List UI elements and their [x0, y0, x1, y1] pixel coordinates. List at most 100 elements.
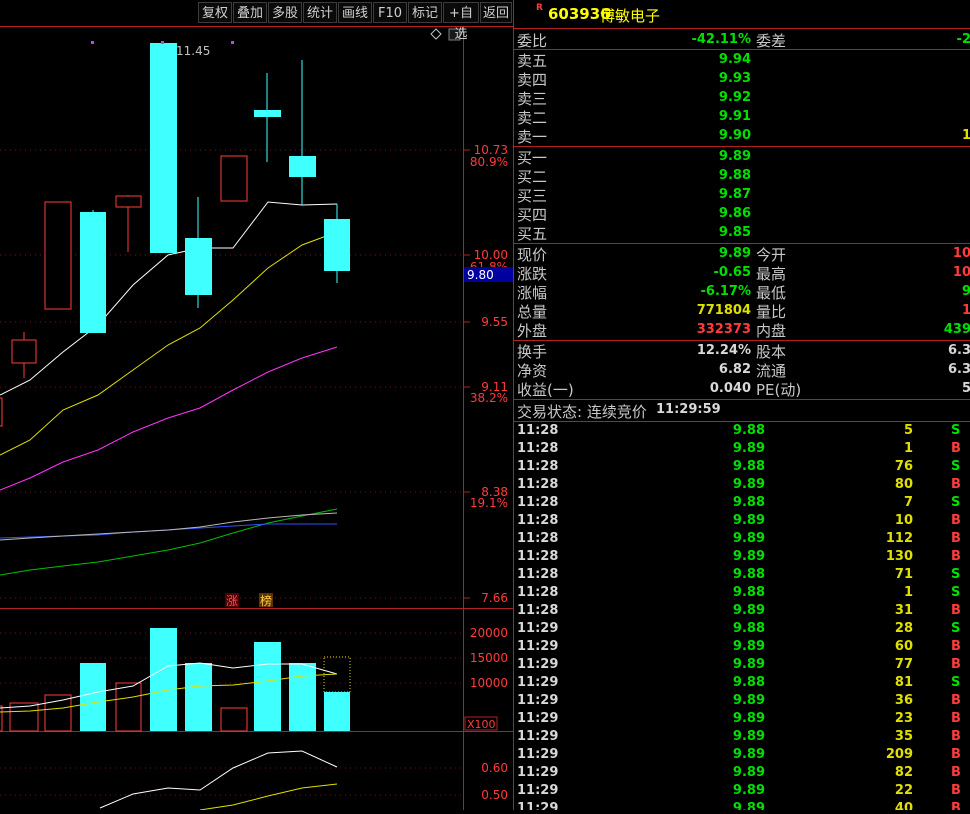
- overlay-button[interactable]: 叠加: [233, 2, 267, 23]
- stat-label: 收益(一): [517, 381, 574, 399]
- buy-level-row[interactable]: 买三 9.87: [514, 185, 970, 205]
- tick-direction: B: [951, 603, 961, 618]
- stat-label: 流通: [756, 362, 787, 380]
- tick-time: 11:29: [517, 711, 559, 726]
- tick-time: 11:28: [517, 531, 559, 546]
- tick-volume: 60: [894, 639, 913, 654]
- tick-direction: B: [951, 711, 961, 726]
- trade-tick-row[interactable]: 11:29 9.89 82 B: [514, 764, 970, 782]
- indicator-line-yellow: [199, 783, 338, 811]
- trade-tick-list[interactable]: 11:28 9.88 5 S 11:28 9.89 1 B 11:28 9.88 76 S 11:28 9…: [514, 422, 970, 810]
- stat-label: 今开: [756, 246, 787, 264]
- trade-tick-row[interactable]: 11:28 9.88 1 S: [514, 584, 970, 602]
- tick-volume: 71: [894, 567, 913, 582]
- stat-label: 净资: [517, 362, 548, 380]
- tick-direction: B: [951, 747, 961, 762]
- draw-line-button[interactable]: 画线: [338, 2, 372, 23]
- trade-tick-row[interactable]: 11:29 9.89 40 B: [514, 800, 970, 810]
- buy-level-label: 买二: [517, 168, 548, 186]
- tick-direction: B: [951, 657, 961, 672]
- stat-value: 6.3: [947, 343, 970, 358]
- mark-button[interactable]: 标记: [408, 2, 442, 23]
- tick-time: 11:29: [517, 693, 559, 708]
- rank-marker[interactable]: 榜: [260, 593, 272, 608]
- weicha-value: -2: [956, 32, 970, 47]
- trade-tick-row[interactable]: 11:28 9.89 130 B: [514, 548, 970, 566]
- kline-chart-area[interactable]: 11.45 10.73 80.9% 10.00 61.8% 9.55 9.11 …: [0, 0, 513, 811]
- tick-price: 9.89: [732, 639, 765, 654]
- trade-tick-row[interactable]: 11:29 9.89 36 B: [514, 692, 970, 710]
- candle-up: [220, 155, 248, 202]
- buy-level-row[interactable]: 买二 9.88: [514, 166, 970, 186]
- stats-row: 外盘 332373 内盘 439: [514, 320, 970, 340]
- candle-down: [185, 238, 212, 295]
- trade-tick-row[interactable]: 11:29 9.88 28 S: [514, 620, 970, 638]
- indicator-axis-label: 0.50: [481, 788, 508, 802]
- weibi-label: 委比: [517, 32, 548, 50]
- tick-price: 9.88: [732, 675, 765, 690]
- tick-direction: S: [951, 495, 961, 510]
- stat-label: 量比: [756, 303, 787, 321]
- buy-level-row[interactable]: 买四 9.86: [514, 204, 970, 224]
- tick-price: 9.89: [732, 765, 765, 780]
- candle-down: [80, 212, 106, 333]
- sell-level-row[interactable]: 卖四 9.93: [514, 69, 970, 89]
- trade-tick-row[interactable]: 11:28 9.89 112 B: [514, 530, 970, 548]
- trade-tick-row[interactable]: 11:28 9.88 5 S: [514, 422, 970, 440]
- trade-tick-row[interactable]: 11:29 9.89 35 B: [514, 728, 970, 746]
- tick-direction: S: [951, 459, 961, 474]
- trade-tick-row[interactable]: 11:28 9.89 10 B: [514, 512, 970, 530]
- buy-level-row[interactable]: 买五 9.85: [514, 223, 970, 243]
- add-watchlist-button[interactable]: +自选: [443, 2, 479, 42]
- tick-time: 11:29: [517, 801, 559, 810]
- tick-price: 9.89: [732, 747, 765, 762]
- margin-flag: R: [536, 3, 543, 13]
- sell-level-row[interactable]: 卖五 9.94: [514, 50, 970, 70]
- price-label: 9.55: [481, 315, 508, 329]
- statistics-button[interactable]: 统计: [303, 2, 337, 23]
- trade-tick-row[interactable]: 11:28 9.89 80 B: [514, 476, 970, 494]
- trade-tick-row[interactable]: 11:29 9.89 22 B: [514, 782, 970, 800]
- stats-row: 涨幅 -6.17% 最低 9: [514, 282, 970, 302]
- diamond-icon[interactable]: [430, 28, 442, 40]
- buy-level-row[interactable]: 买一 9.89: [514, 147, 970, 167]
- stat-label: 外盘: [517, 322, 548, 340]
- trade-tick-row[interactable]: 11:28 9.89 1 B: [514, 440, 970, 458]
- trade-tick-row[interactable]: 11:29 9.89 77 B: [514, 656, 970, 674]
- eps-value: 0.040: [709, 381, 751, 396]
- stat-label: 内盘: [756, 322, 787, 340]
- tick-direction: B: [951, 513, 961, 528]
- limit-up-marker[interactable]: 涨: [226, 593, 238, 608]
- tick-time: 11:29: [517, 657, 559, 672]
- sell-level-row[interactable]: 卖二 9.91: [514, 107, 970, 127]
- kline-chart-svg[interactable]: 11.45 10.73 80.9% 10.00 61.8% 9.55 9.11 …: [0, 0, 513, 811]
- trade-tick-row[interactable]: 11:29 9.89 60 B: [514, 638, 970, 656]
- multi-stock-button[interactable]: 多股: [268, 2, 302, 23]
- sell-level-row[interactable]: 卖三 9.92: [514, 88, 970, 108]
- trade-tick-row[interactable]: 11:28 9.88 76 S: [514, 458, 970, 476]
- pct-label: 80.9%: [470, 155, 508, 169]
- trade-tick-row[interactable]: 11:29 9.89 209 B: [514, 746, 970, 764]
- trade-tick-row[interactable]: 11:28 9.89 31 B: [514, 602, 970, 620]
- back-button[interactable]: 返回: [480, 2, 512, 23]
- restore-rights-button[interactable]: 复权: [198, 2, 232, 23]
- chart-toolbar: 复权 叠加 多股 统计 画线 F10 标记 +自选 返回: [0, 0, 513, 42]
- sell-level-row[interactable]: 卖一 9.90 1: [514, 126, 970, 146]
- price-axis-labels: 10.73 80.9% 10.00 61.8% 9.55 9.11 38.2% …: [470, 143, 508, 605]
- trade-tick-row[interactable]: 11:29 9.89 23 B: [514, 710, 970, 728]
- trade-status-row: 交易状态: 连续竞价 11:29:59: [514, 401, 970, 421]
- trade-tick-row[interactable]: 11:28 9.88 7 S: [514, 494, 970, 512]
- tick-direction: B: [951, 639, 961, 654]
- sell-level-price: 9.92: [718, 90, 751, 105]
- volume-axis-label: 20000: [470, 626, 508, 640]
- tick-volume: 82: [894, 765, 913, 780]
- tick-price: 9.89: [732, 657, 765, 672]
- f10-button[interactable]: F10: [373, 2, 407, 23]
- tick-volume: 130: [885, 549, 913, 564]
- trade-tick-row[interactable]: 11:29 9.88 81 S: [514, 674, 970, 692]
- buy-level-price: 9.89: [718, 149, 751, 164]
- trade-tick-row[interactable]: 11:28 9.88 71 S: [514, 566, 970, 584]
- sell-level-volume: 1: [961, 128, 970, 143]
- stat-label: 最高: [756, 265, 787, 283]
- buy-level-label: 买四: [517, 206, 548, 224]
